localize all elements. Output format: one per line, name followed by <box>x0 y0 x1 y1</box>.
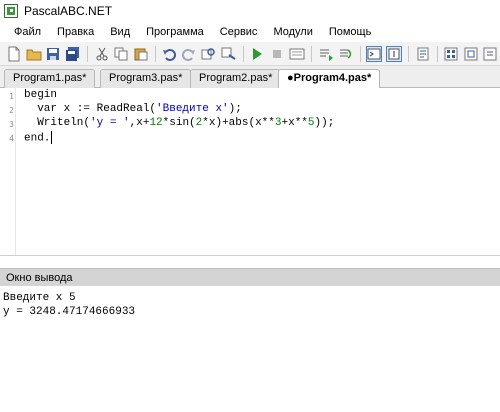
menu-file[interactable]: Файл <box>6 24 49 40</box>
code-token: end. <box>24 132 51 145</box>
toolbar <box>0 42 500 66</box>
code-string: 'y = ' <box>90 117 130 129</box>
code-line-2: var x := ReadReal('Введите x'); <box>24 103 242 115</box>
code-number: 3 <box>274 117 282 129</box>
stop-icon[interactable] <box>269 46 285 62</box>
line-number: 1 <box>9 92 14 101</box>
help-icon[interactable] <box>483 46 499 62</box>
code-token: begin <box>24 89 58 101</box>
menu-bar: Файл Правка Вид Программа Сервис Модули … <box>0 22 500 42</box>
code-token: +x** <box>281 117 308 129</box>
code-line-1: begin <box>24 89 57 101</box>
menu-program[interactable]: Программа <box>138 24 212 40</box>
units-icon[interactable] <box>463 46 479 62</box>
output-panel-header: Окно вывода <box>0 268 500 286</box>
code-token: *sin( <box>162 117 196 129</box>
toolbar-separator <box>310 45 312 62</box>
menu-service[interactable]: Сервис <box>212 24 266 40</box>
format-icon[interactable] <box>415 46 431 62</box>
menu-modules[interactable]: Модули <box>265 24 320 40</box>
toolbar-separator <box>87 45 88 62</box>
code-token: )); <box>314 117 335 129</box>
app-logo-icon <box>4 4 18 18</box>
code-token: var x := ReadReal( <box>24 103 157 115</box>
step-over-icon[interactable] <box>338 46 354 62</box>
code-line-3: Writeln('y = ',x+12*sin(2*x)+abs(x**3+x*… <box>24 117 334 129</box>
menu-edit[interactable]: Правка <box>49 24 102 40</box>
toolbar-separator <box>436 45 438 62</box>
code-token: ); <box>228 103 242 115</box>
debug-step-icon[interactable] <box>318 46 334 62</box>
compile-icon[interactable] <box>289 46 305 62</box>
line-number: 3 <box>9 120 14 129</box>
save-icon[interactable] <box>46 46 62 62</box>
toolbar-separator <box>408 45 410 62</box>
cut-icon[interactable] <box>94 46 110 62</box>
window-title: PascalABC.NET <box>24 4 113 18</box>
code-token: Writeln( <box>24 117 91 129</box>
code-string: 'Введите x' <box>156 103 229 115</box>
line-number: 2 <box>9 106 14 115</box>
title-bar: PascalABC.NET <box>0 0 500 22</box>
toolbar-separator <box>242 45 244 62</box>
line-number: 4 <box>9 134 14 143</box>
run-icon[interactable] <box>250 46 266 62</box>
replace-icon[interactable] <box>221 46 237 62</box>
tab-program2[interactable]: Program2.pas* <box>190 69 282 88</box>
menu-help[interactable]: Помощь <box>321 24 380 40</box>
save-all-icon[interactable] <box>65 46 81 62</box>
new-file-icon[interactable] <box>6 46 22 62</box>
console-toggle-icon[interactable] <box>366 45 383 62</box>
tab-program3[interactable]: Program3.pas* <box>100 69 192 88</box>
toolbar-separator <box>154 45 156 62</box>
code-number: 12 <box>149 117 163 129</box>
open-folder-icon[interactable] <box>26 46 42 62</box>
code-token: ,x+ <box>129 117 150 129</box>
code-token: *x)+abs(x** <box>202 117 275 129</box>
editor-tab-bar: Program1.pas* Program3.pas* Program2.pas… <box>0 66 500 89</box>
paste-icon[interactable] <box>133 46 149 62</box>
output-toggle-icon[interactable] <box>386 45 403 62</box>
code-number: 5 <box>307 117 315 129</box>
undo-icon[interactable] <box>162 46 178 62</box>
find-icon[interactable] <box>201 46 217 62</box>
redo-icon[interactable] <box>181 46 197 62</box>
tab-program1[interactable]: Program1.pas* <box>4 69 96 88</box>
code-line-4: end. <box>24 131 53 145</box>
text-caret <box>51 131 53 144</box>
menu-view[interactable]: Вид <box>102 24 138 40</box>
toolbar-separator <box>359 45 361 62</box>
output-panel[interactable]: Введите x 5 y = 3248.47174666933 <box>0 286 500 412</box>
copy-icon[interactable] <box>114 46 130 62</box>
line-number-gutter: 1 2 3 4 <box>0 88 16 255</box>
form-designer-icon[interactable] <box>444 46 460 62</box>
code-editor[interactable]: 1 2 3 4 begin var x := ReadReal('Введите… <box>0 88 500 256</box>
output-line: y = 3248.47174666933 <box>3 306 136 318</box>
output-line: Введите x 5 <box>3 292 76 304</box>
tab-program4[interactable]: ●Program4.pas* <box>278 69 381 89</box>
